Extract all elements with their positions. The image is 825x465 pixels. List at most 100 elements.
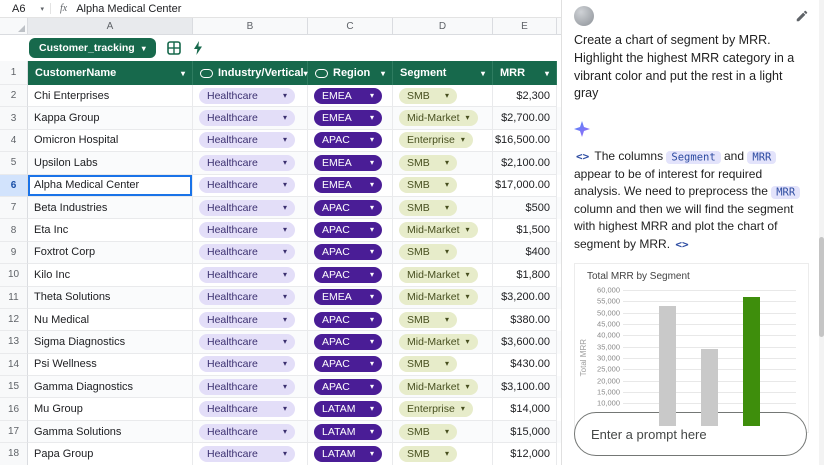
header-customer-name[interactable]: CustomerName ▾ [28,61,193,85]
segment-pill[interactable]: Mid-Market ▾ [399,110,478,126]
industry-cell[interactable]: Healthcare ▾ [193,219,308,241]
industry-pill[interactable]: Healthcare ▾ [199,424,295,440]
industry-cell[interactable]: Healthcare ▾ [193,354,308,376]
industry-cell[interactable]: Healthcare ▾ [193,376,308,398]
row-number[interactable]: 13 [0,331,28,353]
region-pill[interactable]: EMEA ▾ [314,110,382,126]
mrr-cell[interactable]: $3,600.00 [493,331,557,353]
segment-cell[interactable]: SMB ▾ [393,85,493,107]
industry-pill[interactable]: Healthcare ▾ [199,446,295,462]
customer-cell[interactable]: Alpha Medical Center [28,175,193,197]
sheet-tab[interactable]: Customer_tracking ▾ [29,38,156,58]
mrr-cell[interactable]: $15,000 [493,421,557,443]
segment-pill[interactable]: Mid-Market ▾ [399,267,478,283]
customer-cell[interactable]: Theta Solutions [28,287,193,309]
industry-pill[interactable]: Healthcare ▾ [199,155,295,171]
chevron-down-icon[interactable]: ▾ [481,69,485,78]
mrr-cell[interactable]: $380.00 [493,309,557,331]
header-segment[interactable]: Segment ▾ [393,61,493,85]
region-cell[interactable]: LATAM ▾ [308,443,393,465]
industry-pill[interactable]: Healthcare ▾ [199,244,295,260]
industry-pill[interactable]: Healthcare ▾ [199,379,295,395]
chevron-down-icon[interactable]: ▾ [545,69,549,78]
column-header-e[interactable]: E [493,18,557,34]
column-header-a[interactable]: A [28,18,193,34]
segment-cell[interactable]: Enterprise ▾ [393,130,493,152]
industry-pill[interactable]: Healthcare ▾ [199,401,295,417]
region-cell[interactable]: EMEA ▾ [308,152,393,174]
formula-input[interactable]: Alpha Medical Center [76,3,181,15]
header-industry[interactable]: Industry/Vertical ▾ [193,61,308,85]
row-number[interactable]: 10 [0,264,28,286]
region-pill[interactable]: EMEA ▾ [314,155,382,171]
mrr-cell[interactable]: $2,700.00 [493,107,557,129]
segment-pill[interactable]: Mid-Market ▾ [399,289,478,305]
segment-cell[interactable]: SMB ▾ [393,197,493,219]
select-all-corner[interactable] [0,18,28,34]
region-cell[interactable]: EMEA ▾ [308,175,393,197]
chevron-down-icon[interactable]: ▾ [304,69,308,78]
segment-cell[interactable]: SMB ▾ [393,443,493,465]
region-cell[interactable]: APAC ▾ [308,242,393,264]
segment-cell[interactable]: SMB ▾ [393,309,493,331]
panel-scrollbar[interactable] [819,0,824,465]
segment-pill[interactable]: Mid-Market ▾ [399,334,478,350]
segment-pill[interactable]: SMB ▾ [399,177,457,193]
segment-pill[interactable]: SMB ▾ [399,446,457,462]
region-cell[interactable]: LATAM ▾ [308,421,393,443]
customer-cell[interactable]: Chi Enterprises [28,85,193,107]
row-number[interactable]: 9 [0,242,28,264]
segment-pill[interactable]: SMB ▾ [399,312,457,328]
row-number[interactable]: 2 [0,85,28,107]
customer-cell[interactable]: Kappa Group [28,107,193,129]
industry-pill[interactable]: Healthcare ▾ [199,356,295,372]
region-pill[interactable]: APAC ▾ [314,200,382,216]
region-cell[interactable]: APAC ▾ [308,331,393,353]
segment-pill[interactable]: SMB ▾ [399,155,457,171]
region-cell[interactable]: APAC ▾ [308,130,393,152]
segment-cell[interactable]: SMB ▾ [393,175,493,197]
industry-pill[interactable]: Healthcare ▾ [199,177,295,193]
mrr-cell[interactable]: $1,800 [493,264,557,286]
chevron-down-icon[interactable]: ▾ [181,69,185,78]
table-grid-icon[interactable] [167,41,181,55]
industry-pill[interactable]: Healthcare ▾ [199,222,295,238]
region-pill[interactable]: APAC ▾ [314,356,382,372]
region-cell[interactable]: LATAM ▾ [308,398,393,420]
industry-cell[interactable]: Healthcare ▾ [193,242,308,264]
segment-cell[interactable]: Mid-Market ▾ [393,219,493,241]
segment-pill[interactable]: SMB ▾ [399,200,457,216]
industry-cell[interactable]: Healthcare ▾ [193,264,308,286]
chevron-down-icon[interactable]: ▾ [381,69,385,78]
customer-cell[interactable]: Upsilon Labs [28,152,193,174]
row-number[interactable]: 17 [0,421,28,443]
row-number[interactable]: 11 [0,287,28,309]
region-cell[interactable]: EMEA ▾ [308,107,393,129]
segment-cell[interactable]: SMB ▾ [393,421,493,443]
row-number[interactable]: 18 [0,443,28,465]
industry-pill[interactable]: Healthcare ▾ [199,132,295,148]
row-number[interactable]: 1 [0,61,28,85]
region-pill[interactable]: APAC ▾ [314,379,382,395]
region-pill[interactable]: APAC ▾ [314,312,382,328]
industry-cell[interactable]: Healthcare ▾ [193,398,308,420]
segment-cell[interactable]: Mid-Market ▾ [393,287,493,309]
edit-icon[interactable] [795,9,809,23]
industry-cell[interactable]: Healthcare ▾ [193,130,308,152]
region-cell[interactable]: APAC ▾ [308,264,393,286]
segment-cell[interactable]: SMB ▾ [393,152,493,174]
segment-cell[interactable]: Mid-Market ▾ [393,264,493,286]
region-cell[interactable]: APAC ▾ [308,219,393,241]
cell-reference-box[interactable]: A6 ▾ [0,3,50,15]
mrr-cell[interactable]: $16,500.00 [493,130,557,152]
segment-pill[interactable]: SMB ▾ [399,244,457,260]
row-number[interactable]: 8 [0,219,28,241]
mrr-cell[interactable]: $17,000.00 [493,175,557,197]
region-pill[interactable]: LATAM ▾ [314,424,382,440]
industry-cell[interactable]: Healthcare ▾ [193,197,308,219]
customer-cell[interactable]: Beta Industries [28,197,193,219]
customer-cell[interactable]: Omicron Hospital [28,130,193,152]
mrr-cell[interactable]: $12,000 [493,443,557,465]
industry-cell[interactable]: Healthcare ▾ [193,309,308,331]
segment-cell[interactable]: SMB ▾ [393,354,493,376]
